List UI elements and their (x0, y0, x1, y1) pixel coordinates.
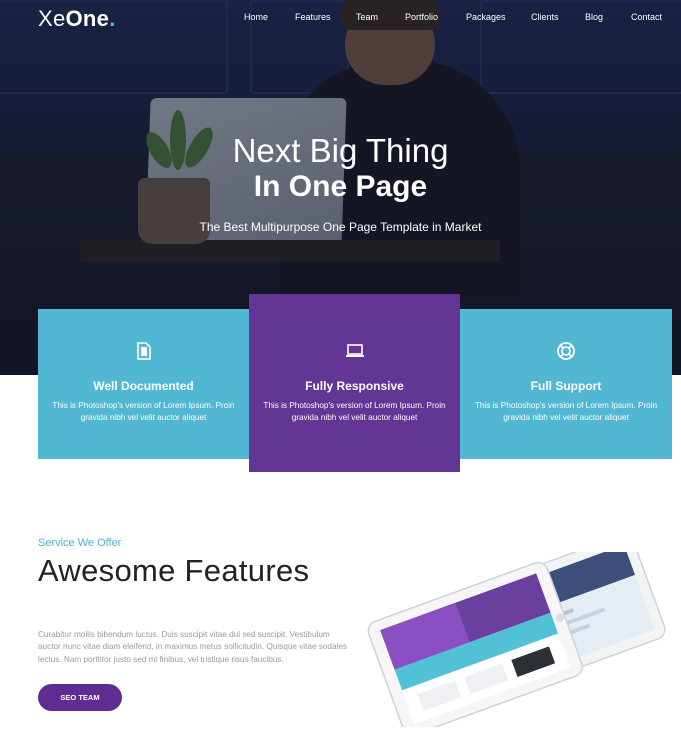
card-text: This is Photoshop's version of Lorem Ips… (52, 401, 235, 422)
nav-item-features[interactable]: Features (295, 12, 331, 22)
card-title: Well Documented (93, 379, 194, 393)
hero-title-line2: In One Page (253, 170, 428, 203)
card-title: Fully Responsive (305, 379, 404, 393)
devices-illustration (360, 534, 670, 732)
card-title: Full Support (530, 379, 602, 393)
hero-subtitle: The Best Multipurpose One Page Template … (199, 220, 482, 234)
tablet-front (367, 561, 584, 732)
nav-item-blog[interactable]: Blog (585, 12, 603, 22)
hero-title-line1: Next Big Thing (232, 132, 449, 169)
feature-card-support: Full Support This is Photoshop's version… (460, 309, 672, 459)
nav-item-home[interactable]: Home (244, 12, 268, 22)
seo-team-button[interactable]: SEO TEAM (38, 684, 122, 711)
section-kicker: Service We Offer (38, 537, 122, 549)
card-text: This is Photoshop's version of Lorem Ips… (474, 401, 658, 422)
laptop-icon (249, 341, 460, 361)
feature-card-responsive: Fully Responsive This is Photoshop's ver… (249, 294, 460, 472)
nav-item-contact[interactable]: Contact (631, 12, 662, 22)
hero-heading: Next Big Thing In One Page The Best Mult… (0, 132, 681, 234)
lifebuoy-icon (460, 341, 672, 361)
nav-item-clients[interactable]: Clients (531, 12, 559, 22)
nav-item-packages[interactable]: Packages (466, 12, 506, 22)
nav-item-team[interactable]: Team (356, 12, 378, 22)
section-heading: Awesome Features (38, 553, 310, 588)
card-text: This is Photoshop's version of Lorem Ips… (263, 401, 446, 422)
nav-item-portfolio[interactable]: Portfolio (405, 12, 438, 22)
section-paragraph: Curabitur mollis bibendum luctus. Duis s… (38, 630, 348, 664)
feature-card-documented: Well Documented This is Photoshop's vers… (38, 309, 249, 459)
document-icon (38, 341, 249, 361)
main-nav: Home Features Team Portfolio Packages Cl… (0, 12, 681, 26)
